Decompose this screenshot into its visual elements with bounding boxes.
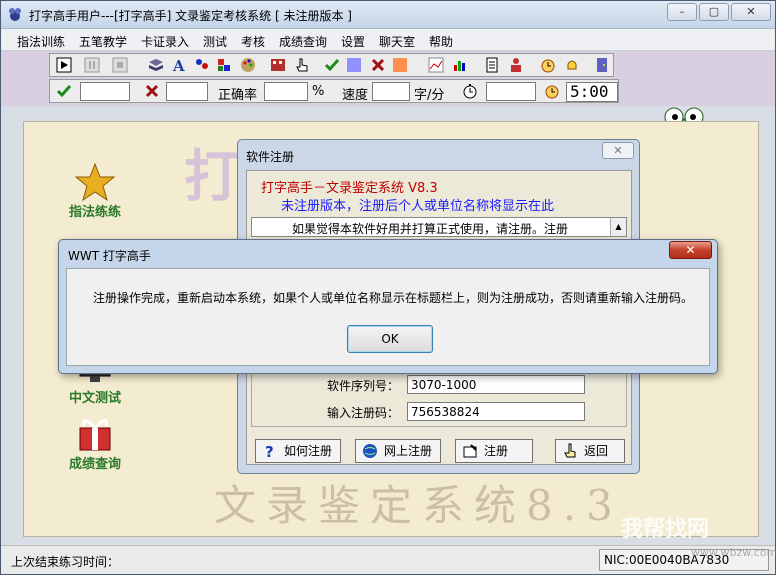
palette-icon[interactable] bbox=[240, 57, 256, 73]
close-button[interactable]: ✕ bbox=[731, 3, 771, 21]
fingering-practice-label: 指法练练 bbox=[68, 205, 121, 220]
check-icon[interactable] bbox=[324, 57, 340, 73]
font-icon[interactable]: A bbox=[172, 57, 188, 73]
toolbar-area: A 正确率 % 速度 字/分 5:00 bbox=[1, 51, 775, 148]
online-register-button[interactable]: 网上注册 bbox=[355, 439, 441, 463]
serial-field: 3070-1000 bbox=[407, 375, 585, 394]
menu-score-query[interactable]: 成绩查询 bbox=[279, 33, 327, 50]
hand-write-icon bbox=[463, 444, 477, 458]
title-bar: 打字高手用户---[打字高手] 文录鉴定考核系统 [ 未注册版本 ] – ▢ ✕ bbox=[1, 1, 775, 29]
menu-fingering[interactable]: 指法训练 bbox=[17, 33, 65, 50]
pause-icon[interactable] bbox=[84, 57, 100, 73]
alarm-clock-icon[interactable] bbox=[540, 57, 556, 73]
site-watermark-url: www.wbzw.com bbox=[691, 546, 776, 559]
exit-door-icon[interactable] bbox=[594, 57, 610, 73]
serial-label: 软件序列号： bbox=[327, 379, 400, 393]
site-watermark: 我帮找网 bbox=[621, 517, 710, 542]
stop-icon[interactable] bbox=[112, 57, 128, 73]
orange-swatch-icon[interactable] bbox=[392, 57, 408, 73]
return-button[interactable]: 返回 bbox=[555, 439, 625, 463]
blocks-icon[interactable] bbox=[216, 57, 232, 73]
accuracy-label: 正确率 bbox=[218, 88, 258, 103]
toolbar-row-2: 正确率 % 速度 字/分 5:00 bbox=[49, 79, 619, 103]
register-label: 注册 bbox=[484, 444, 509, 458]
score-query-button[interactable]: 成绩查询 bbox=[62, 414, 128, 472]
star-icon bbox=[74, 162, 116, 202]
app-icon bbox=[9, 8, 21, 21]
chinese-test-label: 中文测试 bbox=[68, 391, 121, 406]
minimize-button[interactable]: – bbox=[667, 3, 697, 21]
gift-box-icon bbox=[79, 419, 111, 451]
maximize-button[interactable]: ▢ bbox=[699, 3, 729, 21]
bell-icon[interactable] bbox=[564, 57, 580, 73]
menu-card-entry[interactable]: 卡证录入 bbox=[141, 33, 189, 50]
fingering-practice-button[interactable]: 指法练练 bbox=[62, 162, 128, 220]
main-window: 打字高手用户---[打字高手] 文录鉴定考核系统 [ 未注册版本 ] – ▢ ✕… bbox=[0, 0, 776, 575]
error-count-icon bbox=[145, 84, 159, 98]
registration-product-name: 打字高手－文录鉴定系统 V8.3 bbox=[261, 181, 438, 196]
menu-test[interactable]: 测试 bbox=[203, 33, 227, 50]
correct-count-field bbox=[80, 82, 130, 101]
correct-count-icon bbox=[56, 85, 72, 98]
menu-wubi[interactable]: 五笔教学 bbox=[79, 33, 127, 50]
register-button[interactable]: 注册 bbox=[455, 439, 533, 463]
last-practice-time: 上次结束练习时间： bbox=[11, 555, 120, 569]
registration-notice-text: 如果觉得本软件好用并打算正式使用，请注册。注册 bbox=[292, 222, 569, 236]
stopwatch-icon bbox=[463, 84, 477, 99]
background-subtitle: 文录鉴定系统8.3 bbox=[214, 481, 623, 530]
speed-field bbox=[372, 82, 410, 101]
menu-bar: 指法训练 五笔教学 卡证录入 测试 考核 成绩查询 设置 聊天室 帮助 bbox=[1, 29, 775, 51]
bar-chart-icon[interactable] bbox=[452, 57, 468, 73]
how-to-register-label: 如何注册 bbox=[284, 444, 333, 458]
online-register-label: 网上注册 bbox=[384, 444, 433, 458]
svg-text:?: ? bbox=[265, 443, 274, 459]
question-icon: ? bbox=[265, 443, 274, 459]
users-icon[interactable] bbox=[194, 57, 210, 73]
status-bar: 上次结束练习时间： NIC:00E0040BA7830 bbox=[1, 545, 775, 574]
menu-settings[interactable]: 设置 bbox=[341, 33, 365, 50]
menu-help[interactable]: 帮助 bbox=[429, 33, 453, 50]
hand-pointer-icon[interactable] bbox=[294, 57, 310, 73]
score-query-label: 成绩查询 bbox=[68, 457, 121, 472]
menu-exam[interactable]: 考核 bbox=[241, 33, 265, 50]
svg-text:A: A bbox=[172, 57, 185, 73]
message-box-body: 注册操作完成，重新启动本系统，如果个人或单位名称显示在标题栏上，则为注册成功，否… bbox=[66, 268, 710, 366]
toolbar-row-1: A bbox=[49, 53, 614, 77]
ok-button[interactable]: OK bbox=[347, 325, 433, 353]
registration-notice: 如果觉得本软件好用并打算正式使用，请注册。注册 ▲ bbox=[251, 217, 627, 237]
speed-unit-label: 字/分 bbox=[414, 88, 445, 103]
elapsed-time-field bbox=[486, 82, 536, 101]
alarm-clock-icon bbox=[545, 85, 559, 99]
message-box-close-button[interactable]: ✕ bbox=[669, 241, 712, 259]
speed-label: 速度 bbox=[342, 88, 369, 103]
line-chart-icon[interactable] bbox=[428, 57, 444, 73]
book-icon[interactable] bbox=[148, 57, 164, 73]
registration-status-text: 未注册版本，注册后个人或单位名称将显示在此 bbox=[281, 199, 555, 214]
return-label: 返回 bbox=[584, 444, 609, 458]
reg-code-label: 输入注册码： bbox=[327, 406, 400, 420]
how-to-register-button[interactable]: ? 如何注册 bbox=[255, 439, 341, 463]
accuracy-field bbox=[264, 82, 308, 101]
registration-close-button[interactable]: ✕ bbox=[602, 142, 634, 159]
reg-code-input[interactable]: 756538824 bbox=[407, 402, 585, 421]
countdown-timer: 5:00 bbox=[566, 82, 618, 102]
notice-scroll-up-button[interactable]: ▲ bbox=[610, 218, 626, 236]
message-text: 注册操作完成，重新启动本系统，如果个人或单位名称显示在标题栏上，则为注册成功，否… bbox=[93, 291, 694, 305]
cross-icon[interactable] bbox=[370, 57, 386, 73]
registration-dialog-title: 软件注册 bbox=[246, 150, 295, 164]
percent-label: % bbox=[312, 84, 325, 99]
keyboard-icon[interactable] bbox=[270, 57, 286, 73]
message-box: WWT 打字高手 ✕ 注册操作完成，重新启动本系统，如果个人或单位名称显示在标题… bbox=[58, 239, 718, 374]
blue-swatch-icon[interactable] bbox=[346, 57, 362, 73]
menu-chatroom[interactable]: 聊天室 bbox=[379, 33, 415, 50]
back-hand-icon bbox=[564, 443, 576, 458]
play-icon[interactable] bbox=[56, 57, 72, 73]
window-title: 打字高手用户---[打字高手] 文录鉴定考核系统 [ 未注册版本 ] bbox=[29, 9, 352, 23]
message-box-title: WWT 打字高手 bbox=[68, 249, 151, 263]
people-icon[interactable] bbox=[508, 57, 524, 73]
error-count-field bbox=[166, 82, 208, 101]
globe-icon bbox=[363, 444, 377, 458]
document-icon[interactable] bbox=[484, 57, 500, 73]
